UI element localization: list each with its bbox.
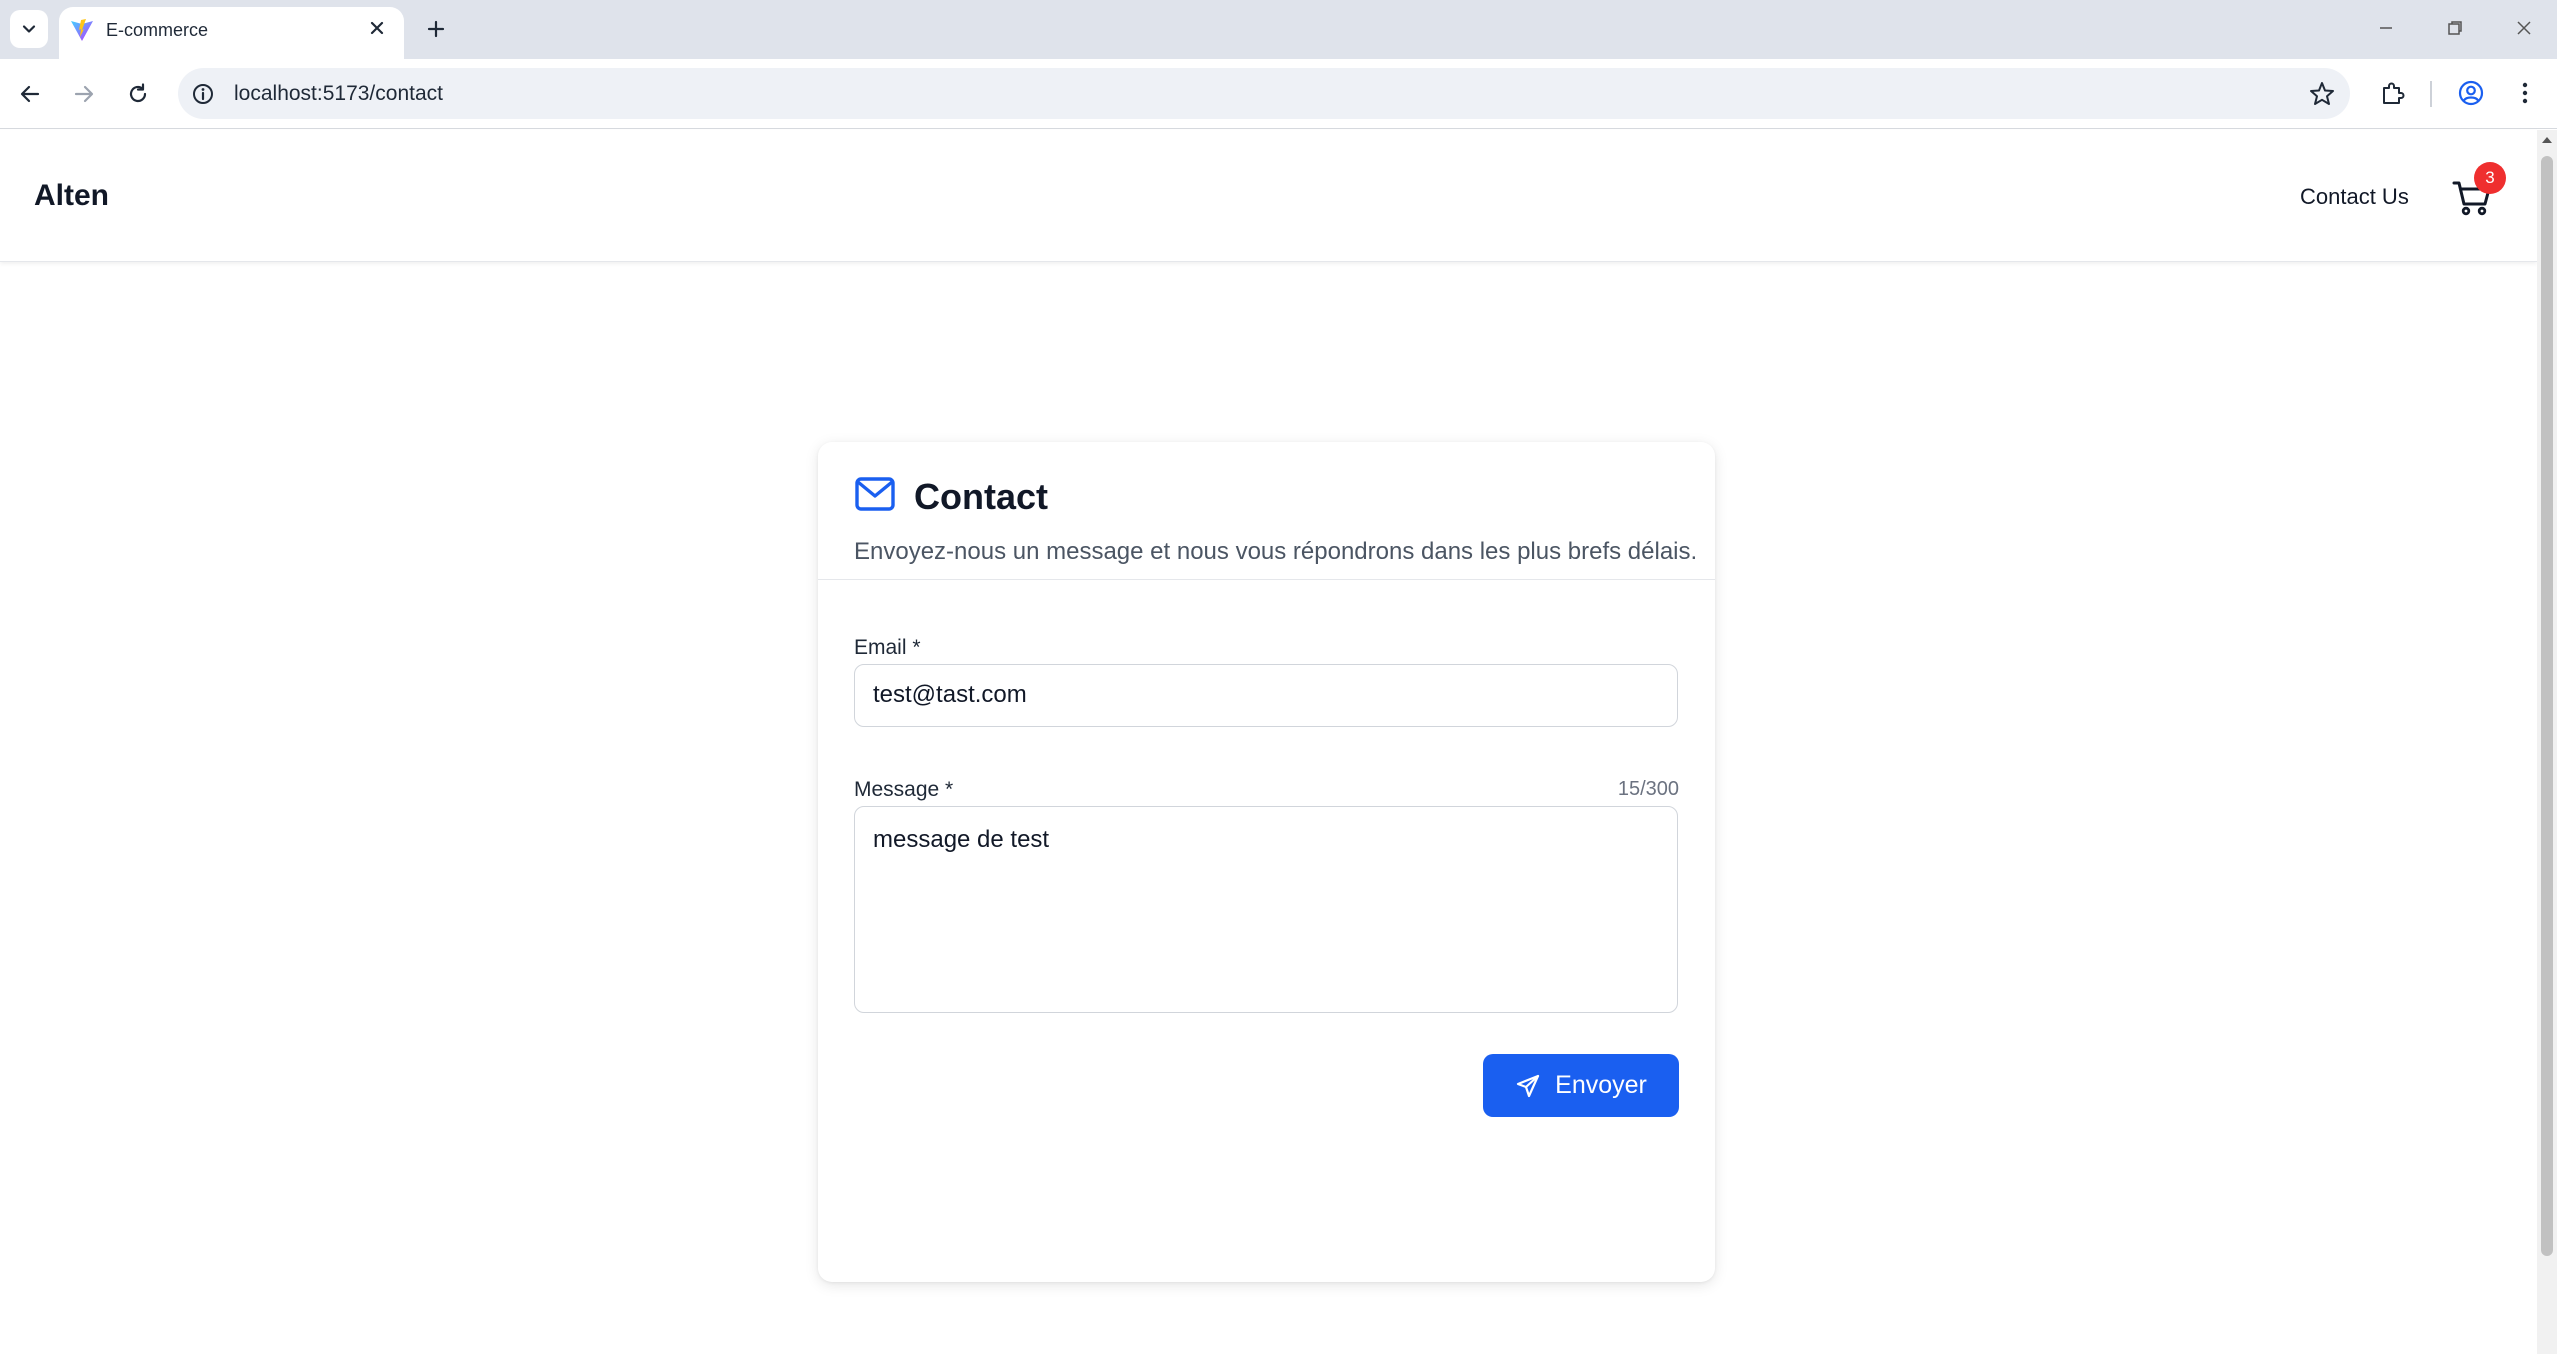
tab-search-button[interactable] bbox=[10, 10, 48, 48]
tab-strip: E-commerce bbox=[0, 0, 2557, 59]
nav-link-contact[interactable]: Contact Us bbox=[2300, 184, 2409, 210]
scroll-up-arrow-icon[interactable] bbox=[2541, 134, 2553, 146]
restore-icon bbox=[2448, 21, 2462, 35]
toolbar-divider bbox=[2430, 81, 2432, 107]
email-field[interactable]: test@tast.com bbox=[854, 664, 1678, 727]
plus-icon bbox=[427, 20, 445, 38]
send-icon bbox=[1517, 1074, 1540, 1097]
extensions-button[interactable] bbox=[2373, 74, 2411, 112]
page-viewport: Alten Contact Us 3 Contact Envoyez-nous … bbox=[0, 130, 2537, 1354]
close-icon bbox=[2517, 21, 2531, 35]
contact-card-header: Contact Envoyez-nous un message et nous … bbox=[818, 442, 1715, 580]
browser-tab[interactable]: E-commerce bbox=[59, 7, 404, 59]
arrow-left-icon bbox=[20, 85, 40, 103]
message-char-counter: 15/300 bbox=[1617, 778, 1679, 800]
info-icon[interactable] bbox=[190, 81, 216, 107]
star-icon[interactable] bbox=[2308, 80, 2336, 108]
brand-logo[interactable]: Alten bbox=[34, 179, 109, 213]
minimize-icon bbox=[2380, 27, 2392, 29]
restore-button[interactable] bbox=[2435, 10, 2475, 46]
url-text[interactable]: localhost:5173/contact bbox=[234, 82, 443, 106]
cart-count-badge: 3 bbox=[2474, 162, 2506, 194]
mail-icon bbox=[855, 477, 895, 511]
minimize-button[interactable] bbox=[2366, 10, 2406, 46]
browser-toolbar: localhost:5173/contact bbox=[0, 59, 2557, 129]
scroll-thumb[interactable] bbox=[2541, 156, 2553, 1256]
page-scrollbar[interactable] bbox=[2537, 130, 2557, 1354]
email-label: Email * bbox=[854, 636, 921, 659]
profile-icon bbox=[2458, 80, 2484, 106]
tab-title: E-commerce bbox=[106, 20, 209, 40]
forward-button[interactable] bbox=[66, 76, 102, 112]
chevron-down-icon bbox=[22, 25, 36, 33]
window-close-button[interactable] bbox=[2504, 10, 2544, 46]
browser-window: E-commerce localhost:5173/contact Alten … bbox=[0, 0, 2557, 1354]
close-icon[interactable] bbox=[366, 17, 388, 39]
kebab-icon bbox=[2522, 82, 2528, 104]
reload-button[interactable] bbox=[120, 76, 156, 112]
send-button[interactable]: Envoyer bbox=[1483, 1054, 1679, 1117]
reload-icon bbox=[129, 83, 147, 103]
contact-subtitle: Envoyez-nous un message et nous vous rép… bbox=[854, 538, 1698, 565]
vite-favicon-icon bbox=[71, 19, 93, 41]
message-textarea[interactable]: message de test bbox=[854, 806, 1678, 1013]
profile-button[interactable] bbox=[2452, 74, 2490, 112]
address-bar[interactable]: localhost:5173/contact bbox=[178, 68, 2350, 119]
new-tab-button[interactable] bbox=[420, 13, 452, 45]
contact-title: Contact bbox=[914, 476, 1048, 517]
site-header: Alten Contact Us 3 bbox=[0, 130, 2537, 262]
contact-card: Contact Envoyez-nous un message et nous … bbox=[818, 442, 1715, 1282]
puzzle-icon bbox=[2383, 82, 2405, 104]
send-button-label: Envoyer bbox=[1555, 1071, 1647, 1099]
message-label: Message * bbox=[854, 778, 954, 801]
arrow-right-icon bbox=[74, 85, 94, 103]
back-button[interactable] bbox=[12, 76, 48, 112]
browser-menu-button[interactable] bbox=[2506, 74, 2544, 112]
